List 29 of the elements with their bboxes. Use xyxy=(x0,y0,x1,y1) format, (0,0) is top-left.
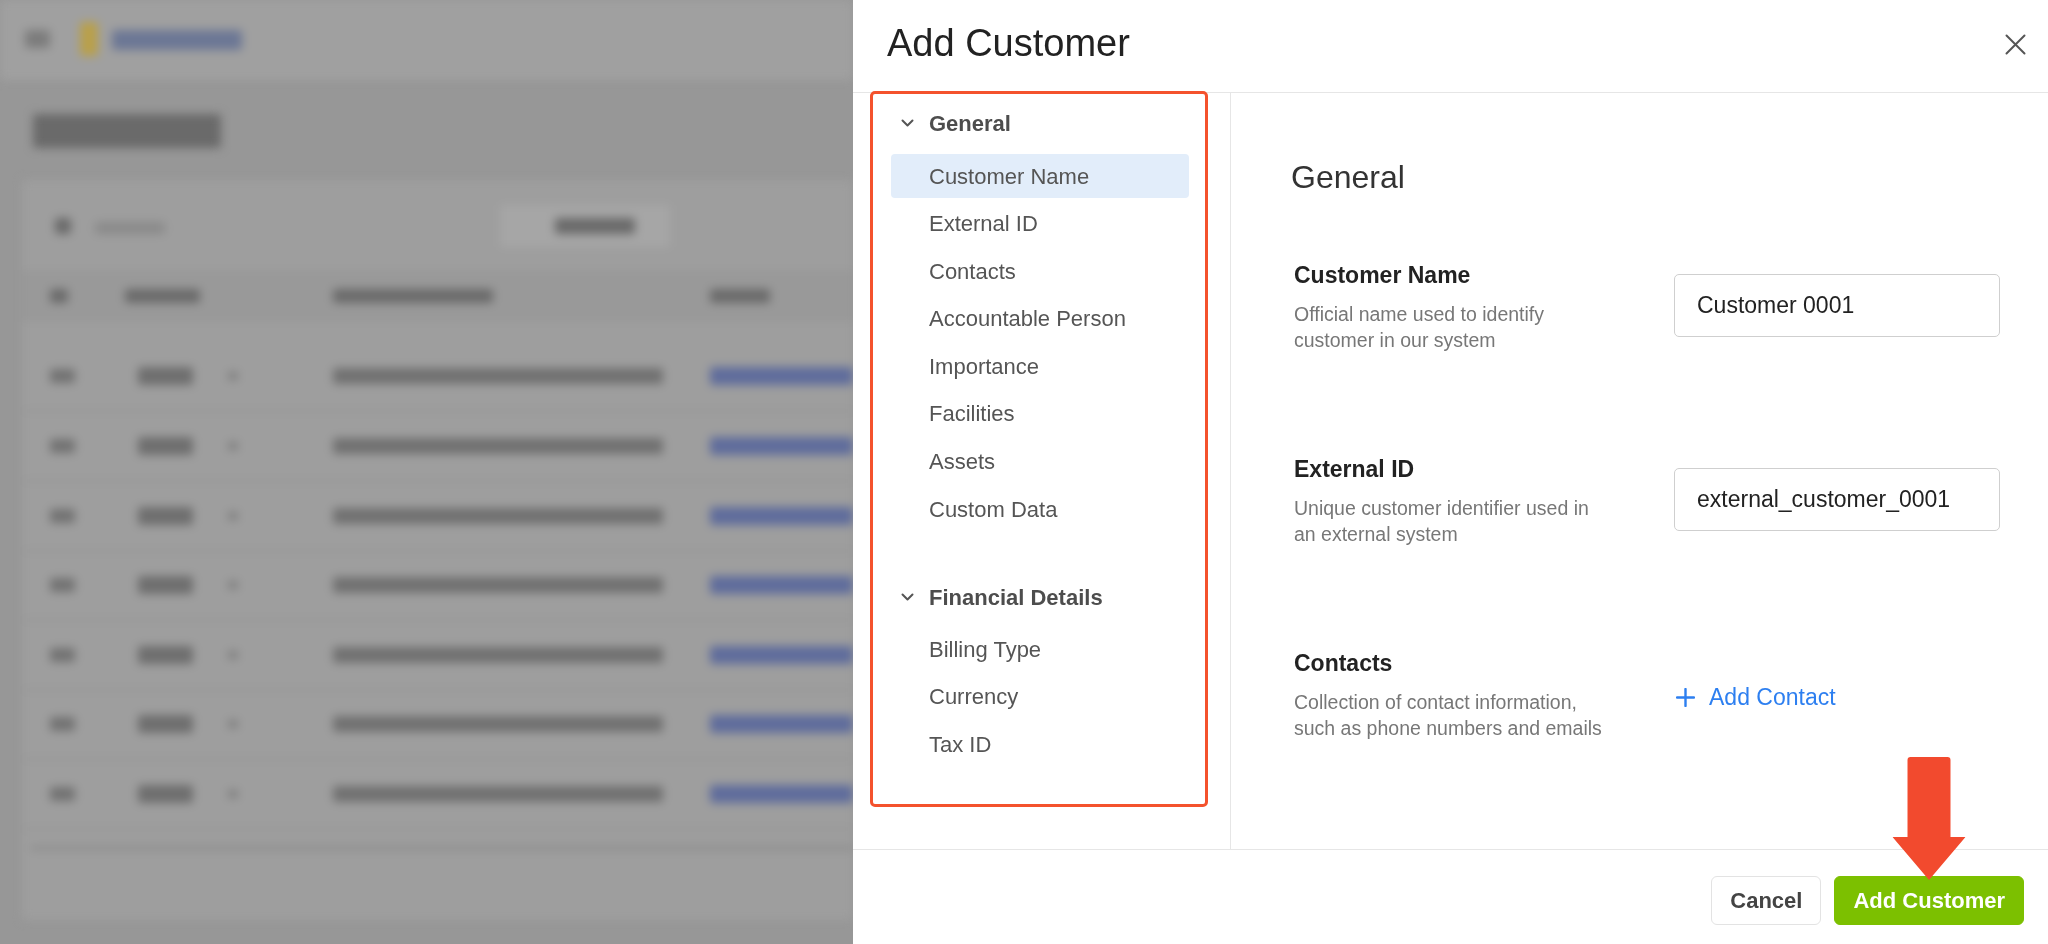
add-link[interactable]: Add Contact xyxy=(1674,666,1836,729)
sidebar-item[interactable]: Contacts xyxy=(891,249,1189,294)
plus-icon xyxy=(1676,688,1695,707)
sidebar-item[interactable]: External ID xyxy=(891,201,1189,246)
field-label: External ID xyxy=(1294,455,1416,483)
sidebar-item[interactable]: Billing Type xyxy=(891,627,1189,672)
sidebar-item[interactable]: Currency xyxy=(891,674,1189,719)
sidebar-item[interactable]: Importance xyxy=(891,344,1189,389)
cancel-button[interactable]: Cancel xyxy=(1711,876,1822,925)
field-label: Customer Name xyxy=(1294,261,1472,289)
field-description: Collection of contact information, such as phone numbers and emails xyxy=(1294,690,1603,741)
field-label: Contacts xyxy=(1294,649,1394,677)
chevron-down-icon xyxy=(901,593,914,602)
field-description: Official name used to identify customer in our system xyxy=(1294,302,1546,353)
text-field[interactable]: Customer 0001 xyxy=(1674,274,2000,337)
close-icon xyxy=(2005,33,2026,55)
sidebar-item[interactable]: Customer Name xyxy=(891,154,1189,198)
dialog-title: Add Customer xyxy=(887,21,1130,67)
sidebar-item[interactable]: Assets xyxy=(891,439,1189,484)
chevron-down-icon xyxy=(901,119,914,127)
section-toggle[interactable]: Financial Details xyxy=(891,577,1103,618)
section-heading: General xyxy=(1291,158,1406,197)
sidebar-item[interactable]: Facilities xyxy=(891,391,1189,436)
sidebar-item[interactable]: Tax ID xyxy=(891,722,1189,767)
section-toggle[interactable]: General xyxy=(891,103,1011,143)
sidebar-item[interactable]: Custom Data xyxy=(891,487,1189,532)
sidebar-item[interactable]: Accountable Person xyxy=(891,296,1189,341)
text-field[interactable]: external_customer_0001 xyxy=(1674,468,2000,531)
field-description: Unique customer identifier used in an external system xyxy=(1294,496,1590,547)
